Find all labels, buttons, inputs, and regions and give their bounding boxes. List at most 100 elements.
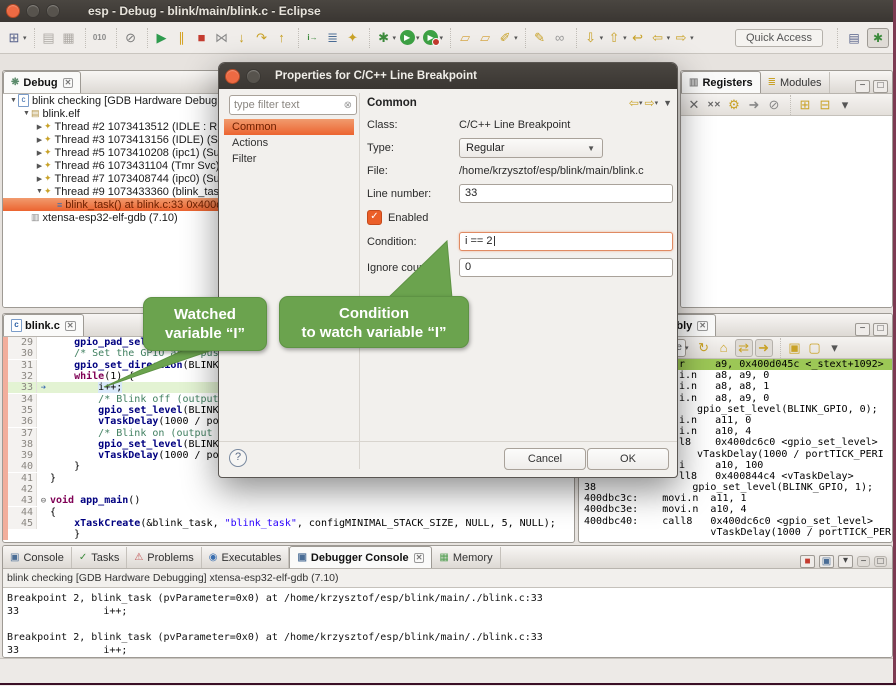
show-source-icon[interactable]: ▣ [786,339,804,357]
tree-expand-icon[interactable]: ▼ [9,97,18,104]
dialog-nav-common[interactable]: Common [224,119,354,135]
cpp-perspective-button[interactable]: ▤ [843,28,865,48]
tree-expand-icon[interactable]: ▶ [35,136,44,144]
external-tools-dropdown-icon[interactable]: ▾ [440,34,444,42]
collapse-all-icon[interactable]: ⊟ [816,96,834,114]
trace-icon[interactable]: ✦ [344,29,362,47]
window-close-button[interactable] [6,4,20,18]
view-menu-icon[interactable]: ▼ [663,98,672,108]
new-wizard-dropdown-icon[interactable]: ▾ [23,34,27,42]
save-icon[interactable]: ▤ [40,29,58,47]
forward-dropdown-icon[interactable]: ▾ [690,34,694,42]
tab-modules[interactable]: ≣Modules [761,72,830,93]
view-menu-icon[interactable]: ▾ [826,339,844,357]
enabled-checkbox[interactable]: ✓ [367,210,382,225]
nav-back-dropdown[interactable]: ▾ [639,99,643,107]
skip-all-breakpoints-icon[interactable]: ⊘ [122,29,140,47]
run-dropdown-icon[interactable]: ▾ [416,34,420,42]
dialog-nav-filter[interactable]: Filter [224,151,354,167]
tree-expand-icon[interactable]: ▶ [35,162,44,170]
show-console-icon[interactable]: ≣ [324,29,342,47]
nav-forward-icon[interactable]: ⇨ [645,96,655,110]
open-new-view-icon[interactable]: ▢ [806,339,824,357]
tab-memory[interactable]: ▦Memory [432,547,500,568]
search-dropdown-icon[interactable]: ▾ [514,34,518,42]
step-over-icon[interactable]: ↷ [253,29,271,47]
external-tools-icon[interactable]: ▶ [422,29,440,47]
help-button[interactable]: ? [229,449,247,467]
tab-blink-c-close-icon[interactable]: ✕ [65,321,76,331]
tree-expand-icon[interactable]: ▶ [35,175,44,183]
open-resource-icon[interactable]: ▱ [476,29,494,47]
home-icon[interactable]: ⌂ [715,339,733,357]
tree-expand-icon[interactable]: ▶ [35,123,44,131]
back-icon[interactable]: ⇦ [649,29,667,47]
show-whitespace-icon[interactable]: ∞ [551,29,569,47]
mark-occurrences-icon[interactable]: ✎ [531,29,549,47]
instruction-stepping-icon[interactable]: i→ [304,29,322,47]
console-output[interactable]: Breakpoint 2, blink_task (pvParameter=0x… [3,587,892,658]
tab-executables[interactable]: ◉Executables [202,547,290,568]
tab-debug-close-icon[interactable]: ✕ [63,78,74,88]
tree-expand-icon[interactable]: ▼ [22,110,31,117]
window-maximize-button[interactable] [46,4,60,18]
line-number-input[interactable]: 33 [459,184,673,203]
tab-close-icon[interactable]: ✕ [414,553,425,563]
type-combo[interactable]: Regular ▼ [459,138,603,158]
search-icon[interactable]: ✐ [496,29,514,47]
tab-problems[interactable]: ⚠Problems [127,547,201,568]
tab-debugger-console[interactable]: ▣Debugger Console✕ [289,546,432,568]
registers-content[interactable] [681,116,892,308]
refresh-icon[interactable]: ↻ [695,339,713,357]
tab-tasks[interactable]: ✓Tasks [72,547,128,568]
prev-annotation-icon[interactable]: ⇧ [605,29,623,47]
dialog-close-button[interactable] [225,69,240,84]
editor-gutter-marker[interactable]: ⊖ [37,496,50,506]
next-annotation-dropdown-icon[interactable]: ▾ [600,34,604,42]
tree-expand-icon[interactable]: ▼ [35,188,44,195]
save-all-icon[interactable]: ▦ [60,29,78,47]
tab-debug[interactable]: ❋ Debug ✕ [3,71,81,93]
disconnect-icon[interactable]: ⋈ [213,29,231,47]
quick-access-button[interactable]: Quick Access [735,29,823,47]
open-folder-icon[interactable]: ▱ [456,29,474,47]
new-wizard-icon[interactable]: ⊞ [5,29,23,47]
ignore-count-input[interactable]: 0 [459,258,673,277]
window-minimize-button[interactable] [26,4,40,18]
disable-updates-icon[interactable]: ⊘ [765,96,783,114]
ok-button[interactable]: OK [587,448,669,470]
tab-blink-c[interactable]: c blink.c ✕ [3,314,84,336]
terminate-icon[interactable]: ■ [193,29,211,47]
dialog-filter-input[interactable]: type filter text ⊗ [229,95,357,115]
condition-input[interactable]: i == 2 [459,232,673,251]
tree-expand-icon[interactable]: ▶ [35,149,44,157]
next-annotation-icon[interactable]: ⇩ [582,29,600,47]
restore-defaults-icon[interactable]: ➜ [745,96,763,114]
nav-back-icon[interactable]: ⇦ [629,96,639,110]
track-expression-icon[interactable]: ➜ [755,339,773,357]
display-selected-console-dropdown-icon[interactable]: ▾ [838,555,853,568]
resume-icon[interactable]: ▶ [153,29,171,47]
view-menu-icon[interactable]: ▾ [836,96,854,114]
remove-selected-icon[interactable]: ✕ [685,96,703,114]
sync-active-context-icon[interactable]: ⇄ [735,339,753,357]
debug-perspective-button[interactable]: ✱ [867,28,889,48]
location-dropdown-icon[interactable]: ▾ [685,344,689,352]
minimize-registers-icon[interactable]: − [855,80,870,93]
debug-dropdown-icon[interactable]: ▾ [393,34,397,42]
display-selected-console-icon[interactable]: ▣ [819,555,834,568]
debug-icon[interactable]: ✱ [375,29,393,47]
terminate-console-icon[interactable]: ■ [800,555,815,568]
last-edit-location-icon[interactable]: ↩ [629,29,647,47]
register-group-icon[interactable]: ⚙ [725,96,743,114]
suspend-icon[interactable]: ∥ [173,29,191,47]
step-return-icon[interactable]: ↑ [273,29,291,47]
clear-filter-icon[interactable]: ⊗ [344,100,352,111]
remove-all-icon[interactable]: ✕✕ [705,96,723,114]
prev-annotation-dropdown-icon[interactable]: ▾ [623,34,627,42]
maximize-console-icon[interactable]: □ [874,556,887,567]
dialog-nav-actions[interactable]: Actions [224,135,354,151]
dialog-maximize-button[interactable] [246,69,261,84]
nav-forward-dropdown[interactable]: ▾ [655,99,659,107]
step-into-icon[interactable]: ↓ [233,29,251,47]
